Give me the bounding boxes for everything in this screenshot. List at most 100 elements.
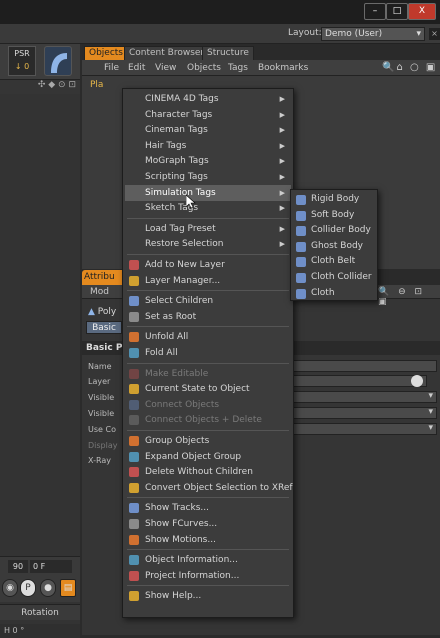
maximize-button[interactable]: □ (386, 3, 408, 20)
menu-view[interactable]: View (155, 63, 176, 73)
menu-objects[interactable]: Objects (187, 63, 221, 73)
menu-item-label: Layer Manager... (145, 275, 221, 286)
menu-item-label: Add to New Layer (145, 260, 225, 270)
menu-separator (127, 254, 289, 255)
simulation-tags-submenu: Rigid Body Soft Body Collider Body Ghost Bo… (290, 189, 378, 301)
mode-menu[interactable]: Mod (90, 287, 109, 297)
menu-item-select-children[interactable]: Select Children (125, 293, 291, 309)
chevron-right-icon: ▶ (279, 126, 285, 135)
menu-item-project-information[interactable]: Project Information... (125, 568, 291, 584)
name-field[interactable] (292, 360, 437, 372)
submenu-item-soft-body[interactable]: Soft Body (293, 208, 377, 224)
menu-item-mograph-tags[interactable]: MoGraph Tags ▶ (125, 153, 291, 169)
menu-item-restore-selection[interactable]: Restore Selection ▶ (125, 236, 291, 252)
layer-arrow-icon[interactable] (411, 375, 423, 387)
close-icon[interactable]: × (429, 28, 440, 40)
tab-basic[interactable]: Basic (86, 321, 122, 334)
menu-item-hair-tags[interactable]: Hair Tags ▶ (125, 138, 291, 154)
tab-content-browser[interactable]: Content Browser (124, 46, 210, 60)
tab-attributes[interactable]: Attribu (82, 270, 122, 285)
menu-item-object-information[interactable]: Object Information... (125, 552, 291, 568)
object-row-plane[interactable]: Pla (90, 80, 103, 90)
menu-item-scripting-tags[interactable]: Scripting Tags ▶ (125, 169, 291, 185)
chevron-right-icon: ▶ (279, 110, 285, 119)
menu-item-expand-object-group[interactable]: Expand Object Group (125, 449, 291, 465)
menu-item-character-tags[interactable]: Character Tags ▶ (125, 107, 291, 123)
layer-field[interactable] (292, 375, 427, 387)
menu-item-label: Hair Tags (145, 140, 187, 151)
current-state-to-object-icon (129, 384, 139, 395)
menu-bookmarks[interactable]: Bookmarks (258, 63, 308, 73)
record-icon[interactable]: ◉ (2, 579, 18, 597)
layout-select[interactable]: Demo (User) (321, 27, 425, 41)
menu-item-current-state-to-object[interactable]: Current State to Object (125, 381, 291, 397)
rigid-body-icon (296, 195, 306, 205)
menu-item-label: Restore Selection (145, 239, 224, 250)
menu-item-layer-manager[interactable]: Layer Manager... (125, 273, 291, 289)
menu-item-cineman-tags[interactable]: Cineman Tags ▶ (125, 122, 291, 138)
film-icon[interactable]: ▤ (60, 579, 76, 597)
menu-item-group-objects[interactable]: Group Objects (125, 433, 291, 449)
visible-editor-select[interactable] (292, 391, 437, 403)
menu-item-cinema-4d-tags[interactable]: CINEMA 4D Tags ▶ (125, 91, 291, 107)
close-button[interactable]: X (408, 3, 436, 20)
property-display-label: Display (88, 441, 118, 450)
menu-item-sketch-tags[interactable]: Sketch Tags ▶ (125, 200, 291, 216)
menu-tags[interactable]: Tags (228, 63, 248, 73)
time-frame-field[interactable]: 0 F (30, 560, 72, 573)
menu-item-unfold-all[interactable]: Unfold All (125, 329, 291, 345)
menu-item-label: Unfold All (145, 332, 189, 343)
submenu-item-label: Rigid Body (311, 194, 360, 204)
menu-item-set-as-root[interactable]: Set as Root (125, 309, 291, 325)
submenu-item-cloth-belt[interactable]: Cloth Belt (293, 254, 377, 270)
show-tracks-icon (129, 503, 139, 514)
menu-item-add-to-new-layer[interactable]: Add to New Layer (125, 257, 291, 273)
play-button[interactable]: P (20, 579, 36, 597)
transport-controls: ◉ P ● ▤ (0, 576, 80, 602)
submenu-item-cloth-collider[interactable]: Cloth Collider (293, 270, 377, 286)
property-xray-label: X-Ray (88, 456, 111, 465)
submenu-item-collider-body[interactable]: Collider Body (293, 223, 377, 239)
tab-structure[interactable]: Structure (202, 46, 254, 60)
menu-edit[interactable]: Edit (128, 63, 145, 73)
menu-item-convert-object-selection-to-xref[interactable]: Convert Object Selection to XRef (125, 480, 293, 496)
menu-item-fold-all[interactable]: Fold All (125, 345, 291, 361)
expand-object-group-icon (129, 451, 139, 462)
left-toolbar-icons[interactable]: ✣ ◆ ⊙ ⊡ (0, 80, 80, 94)
menu-item-label: Show Motions... (145, 534, 216, 545)
objects-toolbar-icons[interactable]: 🔍⌂ ○ ▣ (382, 62, 437, 73)
menu-item-load-tag-preset[interactable]: Load Tag Preset ▶ (125, 221, 291, 237)
menu-item-label: Select Children (145, 296, 214, 307)
cinema4d-logo-icon[interactable] (44, 46, 72, 76)
use-color-select[interactable] (292, 423, 437, 435)
menu-file[interactable]: File (104, 63, 119, 73)
minimize-button[interactable]: – (364, 3, 386, 20)
cloth-belt-icon (296, 257, 306, 268)
submenu-item-cloth[interactable]: Cloth (293, 286, 377, 302)
menu-item-show-help[interactable]: Show Help... (125, 588, 291, 604)
key-icon[interactable]: ● (40, 579, 56, 597)
psr-button[interactable]: PSR ↓ 0 (8, 46, 36, 76)
submenu-item-ghost-body[interactable]: Ghost Body (293, 239, 377, 255)
menu-item-label: Show Help... (145, 591, 202, 602)
menu-item-connect-objects: Connect Objects (125, 397, 291, 413)
add-to-new-layer-icon (129, 260, 139, 270)
menu-item-delete-without-children[interactable]: Delete Without Children (125, 464, 291, 480)
layer-manager-icon (129, 275, 139, 286)
collider-body-icon (296, 226, 306, 237)
attributes-toolbar-icons[interactable]: 🔍 ⊖ ⊡ ▣ (378, 287, 440, 307)
menu-item-show-fcurves[interactable]: Show FCurves... (125, 516, 291, 532)
menu-separator (127, 290, 289, 292)
menu-item-simulation-tags[interactable]: Simulation Tags ▶ (125, 184, 291, 201)
time-value-field[interactable]: 90 (8, 560, 28, 573)
tab-objects[interactable]: Objects (84, 46, 129, 60)
property-visible-renderer-label: Visible (88, 409, 115, 418)
menu-item-show-motions[interactable]: Show Motions... (125, 532, 291, 548)
menu-item-show-tracks[interactable]: Show Tracks... (125, 500, 291, 516)
submenu-item-rigid-body[interactable]: Rigid Body (293, 192, 377, 208)
rotation-label: Rotation (0, 604, 80, 620)
chevron-right-icon: ▶ (279, 224, 285, 233)
chevron-right-icon: ▶ (279, 188, 285, 197)
visible-renderer-select[interactable] (292, 407, 437, 419)
h-rotation-field[interactable]: H 0 ° (0, 624, 80, 638)
